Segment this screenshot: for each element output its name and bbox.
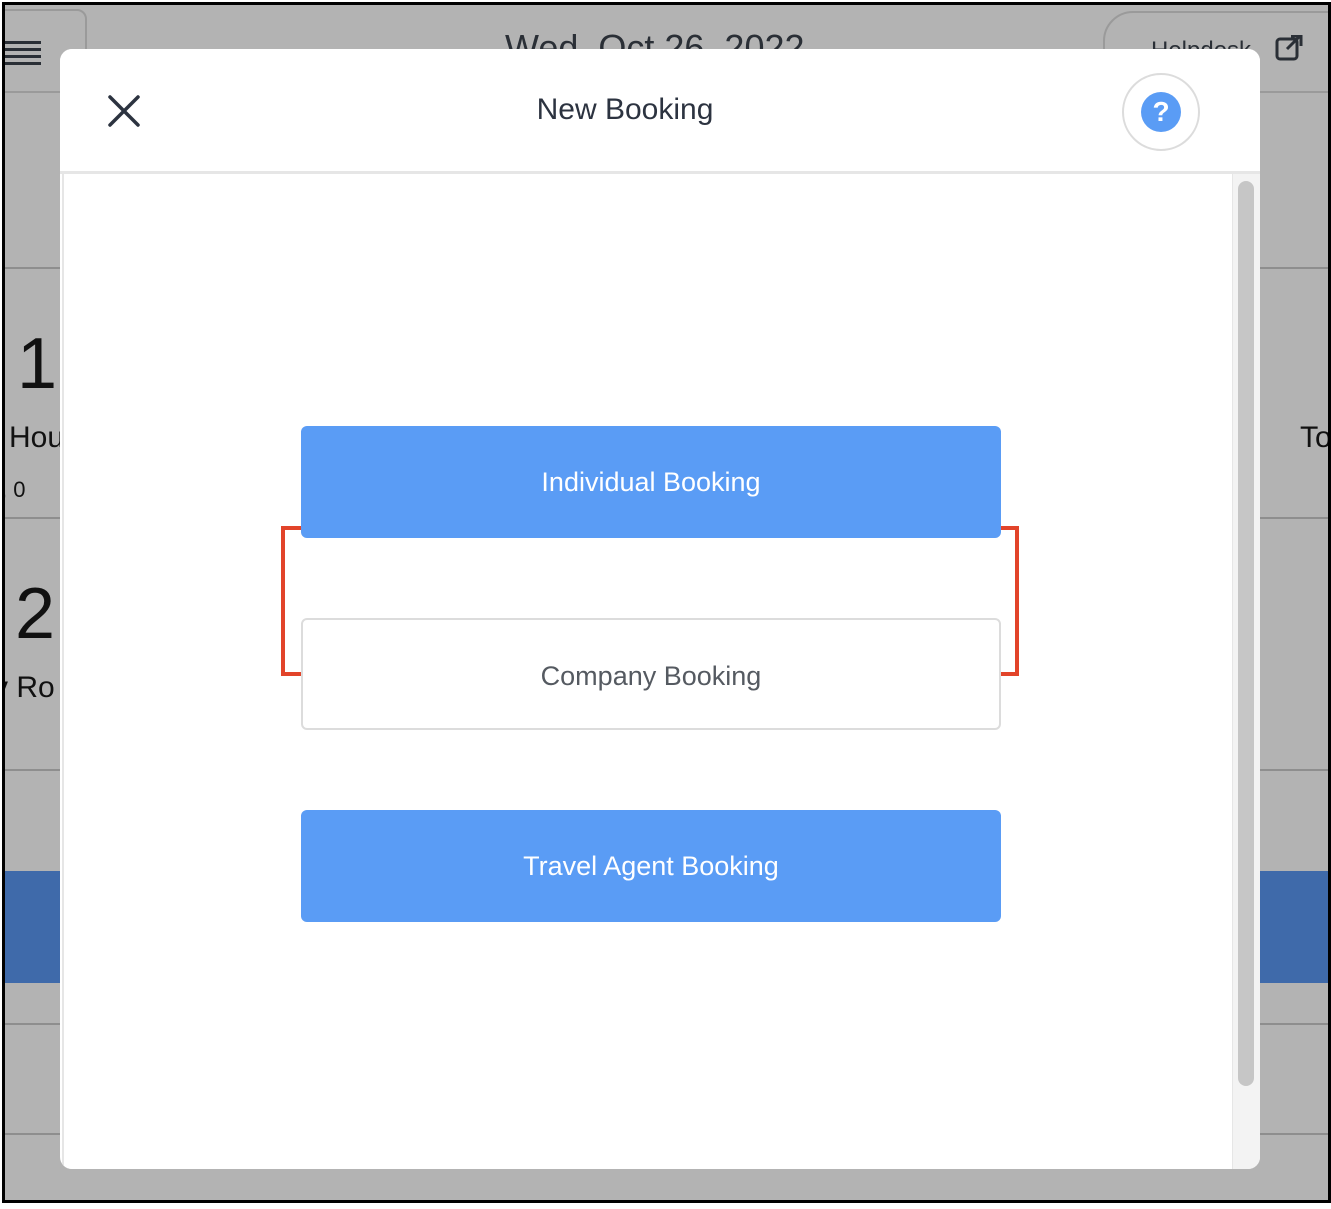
individual-booking-button[interactable]: Individual Booking <box>301 426 1001 538</box>
modal-title: New Booking <box>536 93 714 126</box>
question-icon: ? <box>1141 92 1181 132</box>
page: Wed, Oct 26, 2022 Helpdesk 1 Hou , 0 To … <box>0 0 1331 1209</box>
app-window: Wed, Oct 26, 2022 Helpdesk 1 Hou , 0 To … <box>2 2 1331 1203</box>
scrollbar-thumb[interactable] <box>1238 181 1254 1086</box>
stat-label: y Ro <box>5 671 55 704</box>
external-link-icon <box>1275 35 1303 61</box>
modal-body: Individual Booking Company Booking Trave… <box>62 174 1234 1169</box>
stat-label: Hou <box>9 421 65 454</box>
company-booking-button[interactable]: Company Booking <box>301 618 1001 730</box>
stat-sub: , 0 <box>2 477 26 502</box>
hamburger-icon <box>5 41 41 67</box>
help-button[interactable]: ? <box>1122 73 1200 151</box>
new-booking-modal: New Booking ? Individual Booking Company… <box>60 49 1260 1169</box>
modal-header: New Booking ? <box>60 49 1260 174</box>
travel-agent-booking-button[interactable]: Travel Agent Booking <box>301 810 1001 922</box>
right-label: To <box>1300 421 1331 454</box>
stat-value: 1 <box>17 324 58 404</box>
stat-value: 2 <box>15 574 56 654</box>
